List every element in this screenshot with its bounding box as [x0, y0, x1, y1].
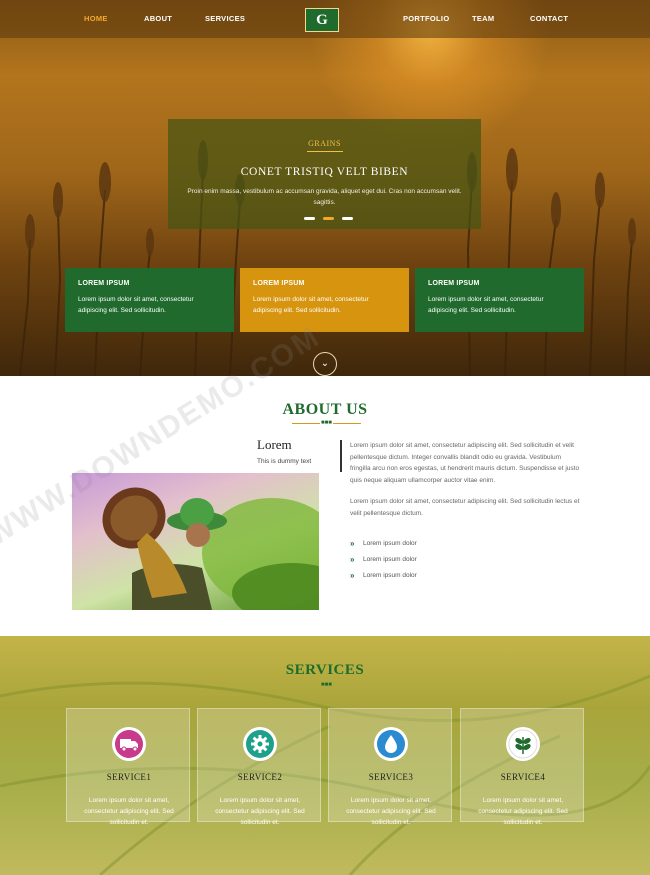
double-chevron-icon: » — [350, 571, 355, 580]
feature-title: LOREM IPSUM — [428, 280, 480, 287]
feature-title: LOREM IPSUM — [253, 280, 305, 287]
about-paragraph-2: Lorem ipsum dolor sit amet, consectetur … — [350, 498, 580, 517]
about-section: ABOUT US ■■■ Lorem This is dummy text Lo… — [0, 376, 650, 636]
service-icon-circle — [374, 727, 408, 761]
about-caption: This is dummy text — [257, 458, 312, 465]
about-bullet-list: » Lorem ipsum dolor » Lorem ipsum dolor » L… — [350, 538, 417, 586]
chevron-down-icon: ⌄ — [320, 358, 330, 369]
gear-icon — [246, 730, 274, 758]
service-title: SERVICE1 — [106, 772, 152, 782]
service-text: Lorem ipsum dolor sit amet, consectetur … — [346, 797, 436, 826]
service-title: SERVICE4 — [500, 772, 546, 782]
double-chevron-icon: » — [350, 555, 355, 564]
nav-portfolio[interactable]: PORTFOLIO — [403, 14, 449, 23]
slide-dot-2[interactable] — [323, 217, 334, 220]
title-divider-left — [292, 423, 320, 424]
slide-text: Proin enim massa, vestibulum ac accumsan… — [187, 188, 462, 206]
service-text: Lorem ipsum dolor sit amet, consectetur … — [215, 797, 305, 826]
feature-box-3: LOREM IPSUM Lorem ipsum dolor sit amet, … — [415, 268, 584, 332]
scroll-down-button[interactable]: ⌄ — [313, 352, 337, 376]
service-text: Lorem ipsum dolor sit amet, consectetur … — [84, 797, 174, 826]
nav-team[interactable]: TEAM — [472, 14, 494, 23]
nav-services[interactable]: SERVICES — [205, 14, 245, 23]
list-item: » Lorem ipsum dolor — [350, 571, 417, 580]
about-paragraph-1: Lorem ipsum dolor sit amet, consectetur … — [350, 442, 580, 484]
list-item: » Lorem ipsum dolor — [350, 539, 417, 548]
feature-text: Lorem ipsum dolor sit amet, consectetur … — [253, 296, 369, 314]
service-card-1[interactable]: SERVICE1 Lorem ipsum dolor sit amet, con… — [66, 708, 190, 826]
title-divider-dots: ■■■ — [321, 420, 332, 426]
service-icon-circle — [112, 727, 146, 761]
feature-title: LOREM IPSUM — [78, 280, 130, 287]
title-divider-right — [333, 423, 361, 424]
service-card-2[interactable]: SERVICE2 Lorem ipsum dolor sit amet, con… — [197, 708, 321, 826]
slide-kicker-underline — [307, 151, 343, 152]
services-section: SERVICES ■■■ SERVICE1 Lorem ipsum dolor … — [0, 636, 650, 875]
list-item: » Lorem ipsum dolor — [350, 555, 417, 564]
services-title: SERVICES — [285, 662, 365, 678]
service-title: SERVICE2 — [237, 772, 283, 782]
service-text: Lorem ipsum dolor sit amet, consectetur … — [478, 797, 568, 826]
title-divider-dots: ■■■ — [321, 682, 332, 688]
double-chevron-icon: » — [350, 539, 355, 548]
leaf-icon — [508, 729, 538, 759]
slide-dot-3[interactable] — [342, 217, 353, 220]
water-drop-icon — [377, 730, 405, 758]
service-icon-circle — [243, 727, 277, 761]
nav-home[interactable]: HOME — [84, 14, 108, 23]
about-subtitle: Lorem — [257, 437, 292, 452]
slide-dot-1[interactable] — [304, 217, 315, 220]
service-card-4[interactable]: SERVICE4 Lorem ipsum dolor sit amet, con… — [460, 708, 584, 826]
hero-slide-caption: GRAINS CONET TRISTIQ VELT BIBEN Proin en… — [168, 119, 481, 229]
farmer-illustration — [102, 487, 319, 610]
service-icon-circle — [506, 727, 540, 761]
slide-title: CONET TRISTIQ VELT BIBEN — [240, 166, 409, 178]
about-title: ABOUT US — [282, 401, 368, 418]
farmer-photo — [72, 473, 319, 610]
truck-icon — [115, 730, 143, 758]
feature-text: Lorem ipsum dolor sit amet, consectetur … — [428, 296, 544, 314]
feature-box-2: LOREM IPSUM Lorem ipsum dolor sit amet, … — [240, 268, 409, 332]
feature-box-1: LOREM IPSUM Lorem ipsum dolor sit amet, … — [65, 268, 234, 332]
about-divider — [340, 440, 342, 472]
feature-text: Lorem ipsum dolor sit amet, consectetur … — [78, 296, 194, 314]
top-navigation: HOME ABOUT SERVICES G PORTFOLIO TEAM CON… — [0, 0, 650, 38]
nav-contact[interactable]: CONTACT — [530, 14, 568, 23]
hero-section: HOME ABOUT SERVICES G PORTFOLIO TEAM CON… — [0, 0, 650, 376]
service-card-3[interactable]: SERVICE3 Lorem ipsum dolor sit amet, con… — [328, 708, 452, 826]
slide-kicker: GRAINS — [308, 139, 341, 148]
site-logo[interactable]: G — [305, 8, 339, 32]
service-title: SERVICE3 — [368, 772, 414, 782]
nav-about[interactable]: ABOUT — [144, 14, 172, 23]
